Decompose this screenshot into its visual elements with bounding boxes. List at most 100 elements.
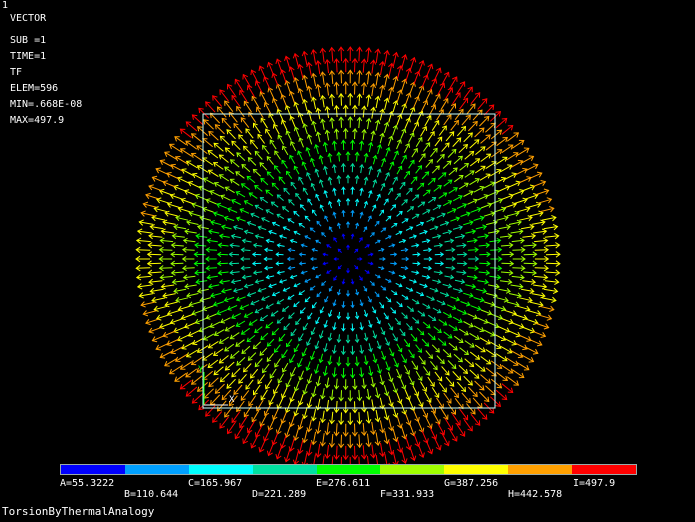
vector-arrow xyxy=(250,139,259,150)
vector-arrow xyxy=(534,237,549,244)
vector-arrow xyxy=(444,87,453,100)
vector-arrow xyxy=(421,74,429,88)
vector-arrow xyxy=(521,224,535,231)
vector-arrow xyxy=(217,270,229,276)
legend-segment-3 xyxy=(252,465,317,474)
vector-arrow xyxy=(248,395,257,407)
vector-arrow xyxy=(326,269,332,274)
vector-arrow xyxy=(286,339,293,348)
vector-arrow xyxy=(506,357,519,366)
vector-arrow xyxy=(425,63,434,78)
vector-arrow xyxy=(356,434,363,449)
vector-arrow xyxy=(166,172,180,180)
vector-arrow xyxy=(297,112,304,124)
vector-arrow xyxy=(250,299,260,306)
vector-arrow xyxy=(254,307,264,314)
vector-arrow xyxy=(461,392,471,404)
vector-arrow xyxy=(350,162,356,173)
vector-arrow xyxy=(501,124,514,135)
legend-label-i: I=497.9 xyxy=(573,478,616,489)
vector-arrow xyxy=(459,408,469,421)
vector-arrow xyxy=(333,58,340,73)
vector-arrow xyxy=(265,209,274,215)
vector-arrow xyxy=(374,220,380,227)
vector-arrow xyxy=(412,194,420,201)
vector-arrow xyxy=(385,296,392,303)
vector-arrow xyxy=(472,109,483,121)
vector-arrow xyxy=(475,146,486,155)
vector-arrow xyxy=(458,328,469,336)
vector-arrow xyxy=(256,399,264,412)
vector-arrow xyxy=(277,134,285,145)
vector-arrow xyxy=(411,298,420,305)
vector-arrow xyxy=(261,295,270,301)
vector-arrow xyxy=(383,198,389,206)
vector-arrow xyxy=(351,57,359,73)
vector-arrow xyxy=(359,344,365,355)
vector-arrow xyxy=(298,290,305,296)
vector-arrow xyxy=(495,156,508,165)
vector-arrow xyxy=(310,350,315,361)
vector-arrow xyxy=(494,176,507,185)
vector-arrow xyxy=(298,137,304,148)
vector-arrow xyxy=(542,214,557,222)
vector-arrow xyxy=(324,129,331,141)
vector-arrow xyxy=(434,371,443,382)
vector-arrow xyxy=(300,243,308,248)
vector-arrow xyxy=(445,247,456,253)
vector-arrow xyxy=(302,187,309,196)
vector-arrow xyxy=(510,283,524,290)
vector-arrow xyxy=(256,106,264,119)
vector-arrow xyxy=(417,59,425,75)
vector-arrow xyxy=(445,131,455,142)
vector-arrow xyxy=(372,330,378,339)
vector-arrow xyxy=(412,261,421,266)
vector-arrow xyxy=(220,317,231,324)
vector-arrow xyxy=(367,261,374,266)
vector-arrow xyxy=(241,345,251,354)
plot-type-title: VECTOR xyxy=(10,13,47,24)
vector-arrow xyxy=(306,442,313,457)
vector-arrow xyxy=(293,380,300,392)
vector-arrow xyxy=(176,176,190,184)
vector-arrow xyxy=(508,180,521,188)
vector-arrow xyxy=(422,142,431,152)
vector-arrow xyxy=(376,143,382,155)
vector-arrow xyxy=(396,343,403,353)
vector-arrow xyxy=(466,238,478,244)
vector-arrow xyxy=(410,333,418,342)
vector-arrow xyxy=(240,247,251,253)
legend-label-h: H=442.578 xyxy=(508,489,563,500)
vector-arrow xyxy=(380,285,387,291)
vector-arrow xyxy=(427,376,435,388)
vector-arrow xyxy=(190,152,203,162)
vector-arrow xyxy=(236,400,245,413)
vector-arrow xyxy=(413,70,421,85)
vector-arrow xyxy=(340,162,346,173)
vector-arrow xyxy=(262,363,270,374)
vector-arrow xyxy=(383,121,390,133)
vector-arrow xyxy=(475,288,488,294)
vector-arrow xyxy=(426,217,435,223)
vector-arrow xyxy=(250,368,259,379)
vector-arrow xyxy=(146,251,162,258)
vector-arrow xyxy=(281,349,288,359)
vector-arrow xyxy=(182,274,196,281)
vector-arrow xyxy=(314,340,320,350)
vector-arrow xyxy=(173,287,187,294)
vector-arrow xyxy=(413,433,421,448)
vector-arrow xyxy=(239,89,248,102)
vector-arrow xyxy=(412,121,420,133)
vector-arrow xyxy=(293,126,300,138)
vector-arrow xyxy=(307,198,313,206)
vector-arrow xyxy=(315,131,321,143)
vector-arrow xyxy=(469,158,481,167)
vector-arrow xyxy=(179,148,193,157)
vector-arrow xyxy=(374,71,381,86)
vector-arrow xyxy=(309,227,316,233)
vector-arrow xyxy=(412,252,421,257)
vector-arrow xyxy=(270,201,279,208)
vector-arrow xyxy=(444,274,455,280)
vector-arrow xyxy=(310,72,317,87)
vector-arrow xyxy=(193,260,206,267)
